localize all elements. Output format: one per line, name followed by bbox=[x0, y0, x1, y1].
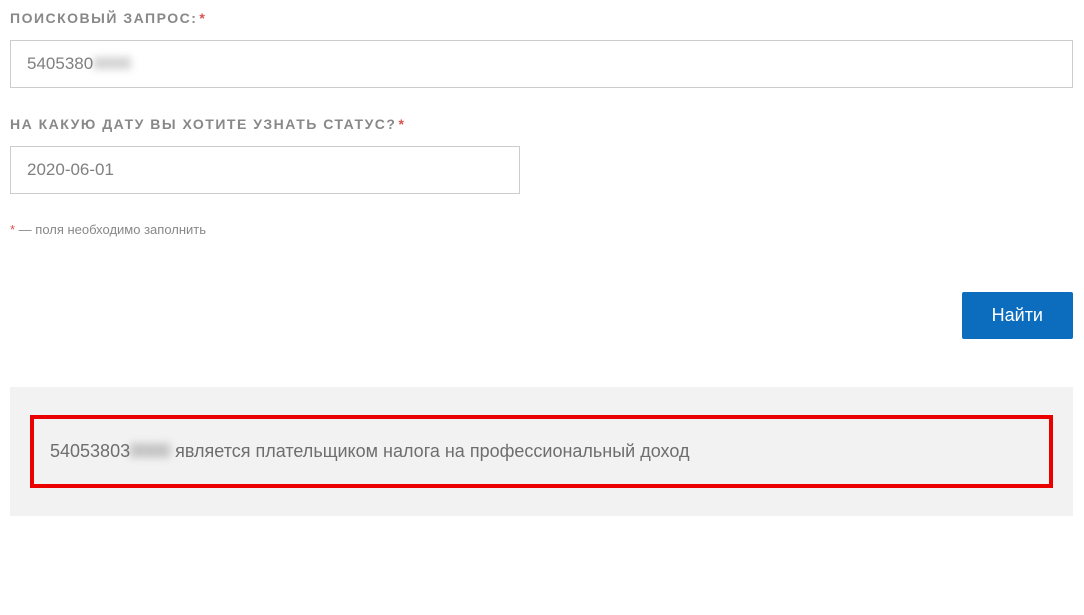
date-label: НА КАКУЮ ДАТУ ВЫ ХОТИТЕ УЗНАТЬ СТАТУС?* bbox=[10, 116, 1074, 132]
result-id-hidden: 0000 bbox=[130, 441, 170, 461]
date-group: НА КАКУЮ ДАТУ ВЫ ХОТИТЕ УЗНАТЬ СТАТУС?* bbox=[10, 116, 1074, 194]
search-label-text: ПОИСКОВЫЙ ЗАПРОС: bbox=[10, 10, 197, 26]
button-row: Найти bbox=[10, 292, 1073, 339]
required-hint: * — поля необходимо заполнить bbox=[10, 222, 1074, 237]
search-value-hidden: 0000 bbox=[93, 54, 131, 74]
search-label: ПОИСКОВЫЙ ЗАПРОС:* bbox=[10, 10, 1074, 26]
required-star-icon: * bbox=[398, 116, 405, 132]
date-input[interactable] bbox=[10, 146, 520, 194]
search-value-visible: 5405380 bbox=[27, 54, 93, 74]
result-panel: 540538030000 является плательщиком налог… bbox=[10, 387, 1073, 516]
date-label-text: НА КАКУЮ ДАТУ ВЫ ХОТИТЕ УЗНАТЬ СТАТУС? bbox=[10, 116, 396, 132]
result-box: 540538030000 является плательщиком налог… bbox=[30, 415, 1053, 488]
search-button[interactable]: Найти bbox=[962, 292, 1073, 339]
result-message: является плательщиком налога на професси… bbox=[170, 441, 689, 461]
required-star-icon: * bbox=[199, 10, 206, 26]
result-text: 540538030000 является плательщиком налог… bbox=[50, 441, 1033, 462]
search-group: ПОИСКОВЫЙ ЗАПРОС:* 54053800000 bbox=[10, 10, 1074, 88]
hint-text: — поля необходимо заполнить bbox=[15, 222, 206, 237]
search-input[interactable]: 54053800000 bbox=[10, 40, 1073, 88]
result-id-visible: 54053803 bbox=[50, 441, 130, 461]
